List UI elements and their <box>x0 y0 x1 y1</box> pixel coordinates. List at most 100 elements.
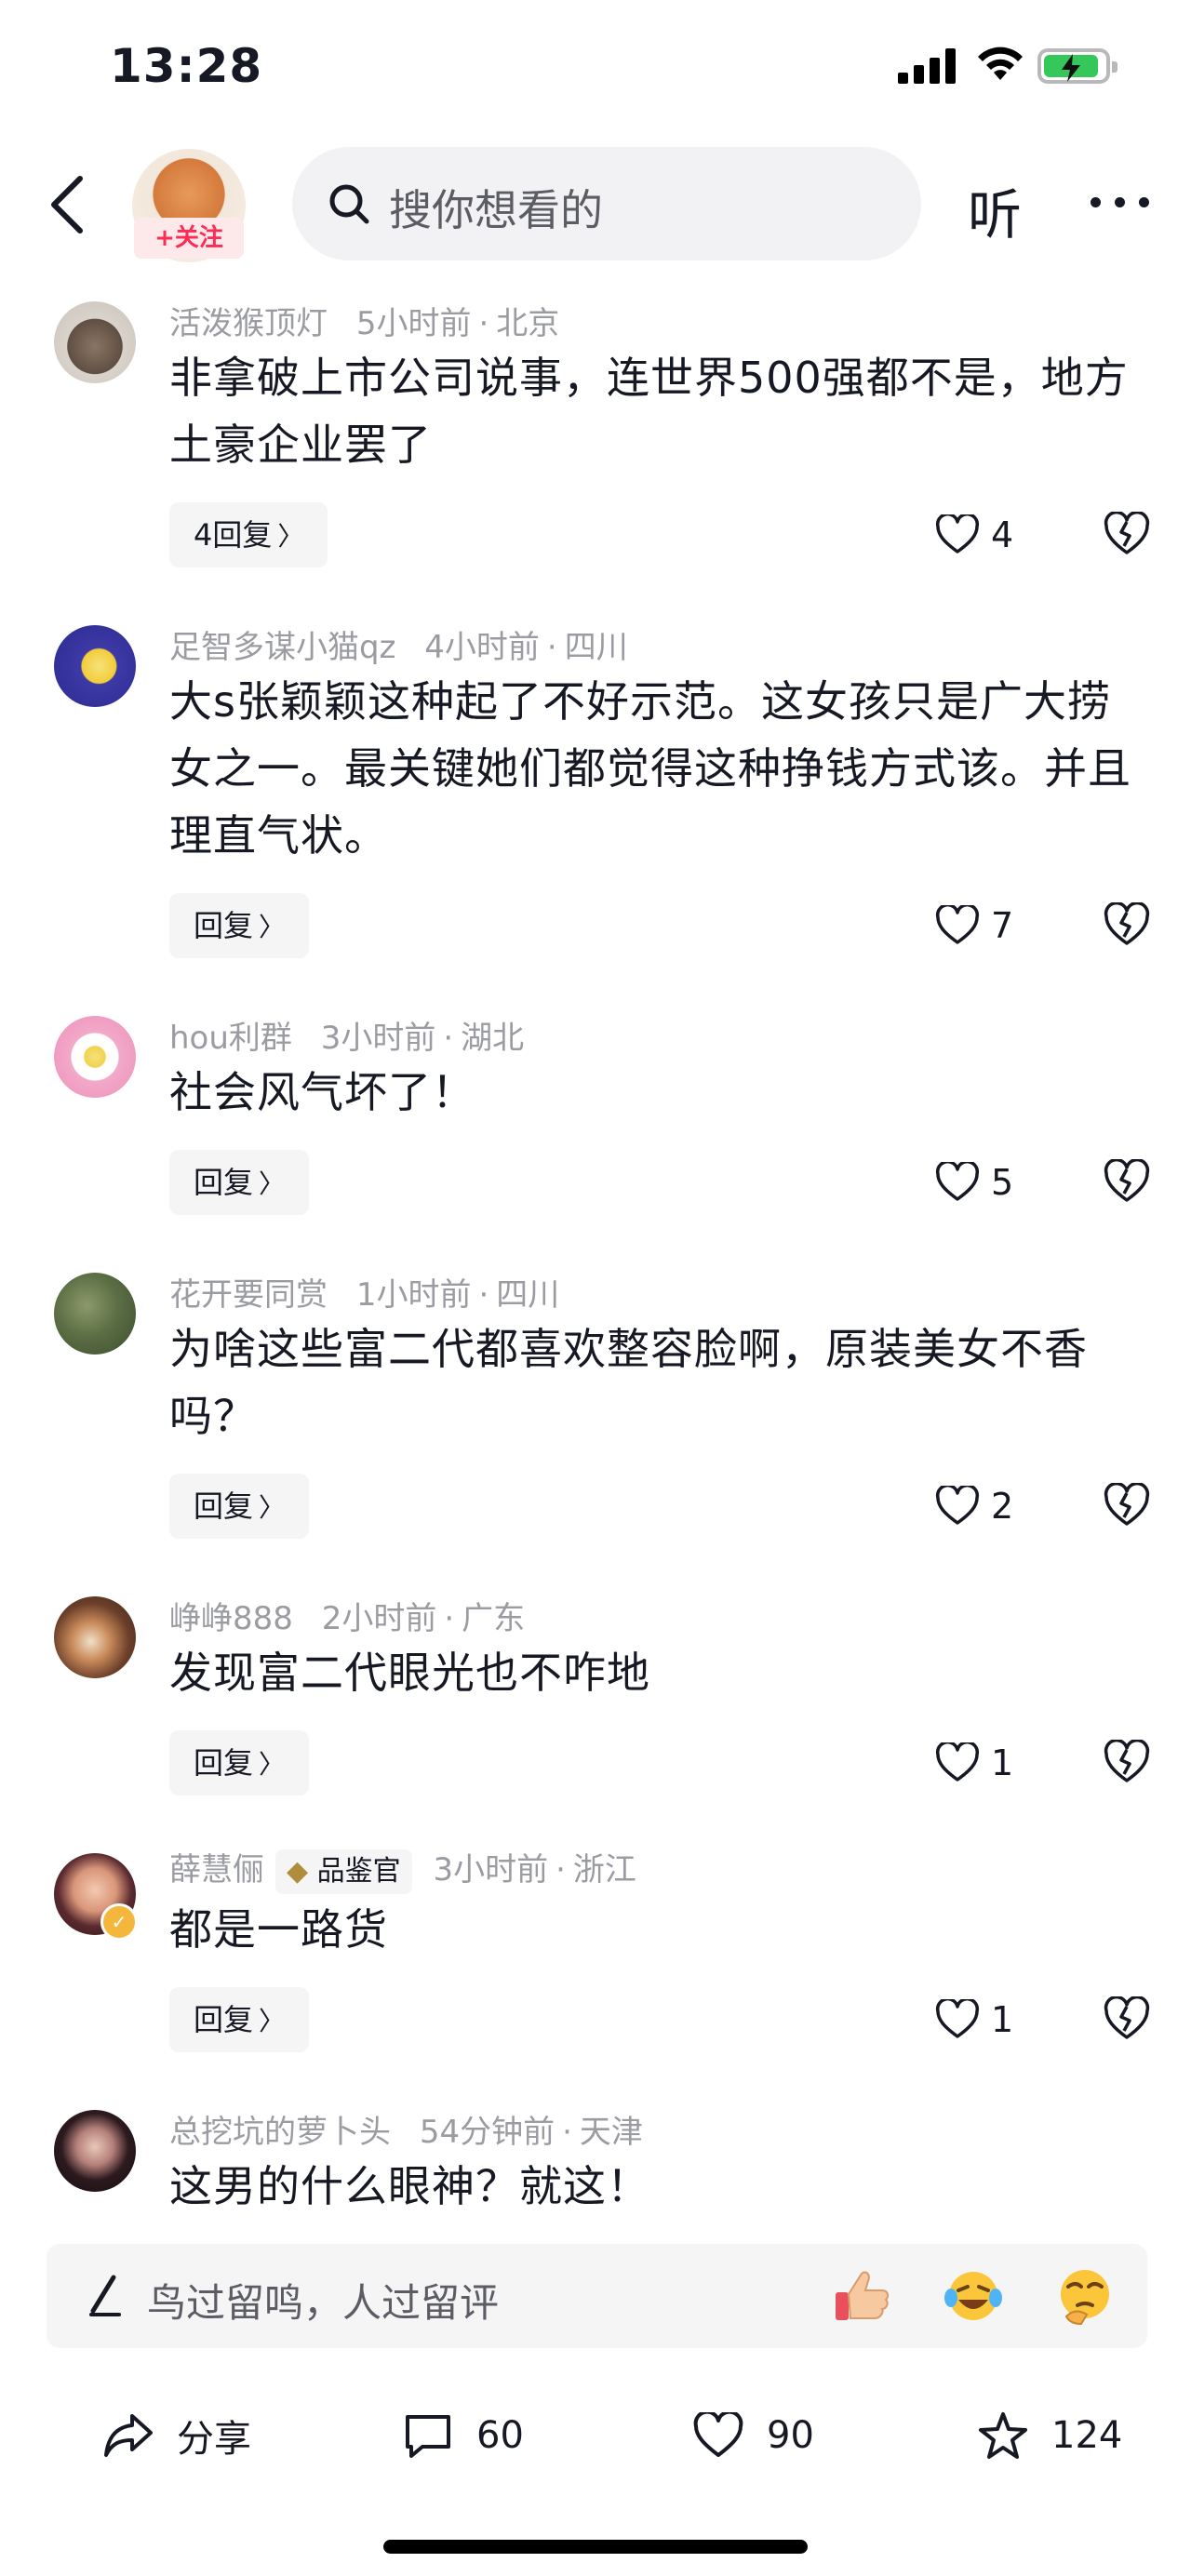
comment-meta: 活泼猴顶灯 5小时前 · 北京 <box>169 305 560 342</box>
verified-badge-icon: ✓ <box>100 1903 138 1941</box>
star-icon <box>979 2412 1027 2459</box>
comment-meta: 峥峥888 2小时前 · 广东 <box>169 1600 526 1637</box>
reply-button[interactable]: 回复〉 <box>169 893 310 958</box>
comment-text: 都是一路货 <box>169 1904 388 1955</box>
commenter-name[interactable]: 花开要同赏 <box>169 1276 328 1314</box>
broken-heart-icon[interactable] <box>1103 902 1151 949</box>
heart-icon <box>935 1486 980 1525</box>
share-label: 分享 <box>177 2418 251 2461</box>
comment-text: 社会风气坏了！ <box>169 1067 475 1117</box>
share-icon <box>104 2414 153 2457</box>
broken-heart-icon[interactable] <box>1103 512 1151 558</box>
commenter-avatar[interactable] <box>54 301 136 383</box>
chevron-right-icon: 〉 <box>259 912 286 942</box>
comment-time: 3小时前 <box>433 1851 549 1889</box>
comment-text: 为啥这些富二代都喜欢整容脸啊，原装美女不香吗？ <box>169 1324 1088 1441</box>
like-count: 1 <box>991 1742 1014 1783</box>
comment-location: 四川 <box>496 1276 560 1314</box>
reply-label: 4回复 <box>194 517 273 553</box>
reply-label: 回复 <box>194 908 254 943</box>
comment-text: 非拿破上市公司说事，连世界500强都不是，地方土豪企业罢了 <box>169 353 1129 470</box>
status-bar: 13:28 <box>0 0 1191 135</box>
commenter-name[interactable]: 足智多谋小猫qz <box>169 629 395 666</box>
chevron-right-icon: 〉 <box>259 1492 286 1523</box>
reply-label: 回复 <box>194 1488 254 1524</box>
commenter-name[interactable]: hou利群 <box>169 1020 292 1057</box>
broken-heart-icon[interactable] <box>1103 1996 1151 2043</box>
comment-meta: hou利群 3小时前 · 湖北 <box>169 1020 525 1057</box>
commenter-avatar[interactable] <box>54 1273 136 1355</box>
comment-location: 天津 <box>579 2114 643 2151</box>
comment-meta: 薛慧俪 ◆ 品鉴官 3小时前 · 浙江 <box>169 1844 636 1894</box>
commenter-name[interactable]: 薛慧俪 <box>169 1851 264 1889</box>
commenter-name[interactable]: 峥峥888 <box>169 1600 293 1637</box>
comment-meta: 花开要同赏 1小时前 · 四川 <box>169 1276 560 1314</box>
follow-button[interactable]: +关注 <box>134 218 244 259</box>
search-placeholder: 搜你想看的 <box>389 185 603 235</box>
comment-location: 四川 <box>564 629 628 666</box>
like-button[interactable]: 7 <box>935 893 1013 958</box>
like-count: 1 <box>991 1999 1014 2040</box>
comment-time: 5小时前 <box>355 305 472 342</box>
reply-label: 回复 <box>194 2002 254 2037</box>
listen-button[interactable]: 听 <box>968 171 1022 249</box>
reply-button[interactable]: 回复〉 <box>169 1730 310 1795</box>
thinking-emoji[interactable] <box>1053 2264 1117 2328</box>
heart-icon <box>935 905 980 944</box>
broken-heart-icon[interactable] <box>1103 1483 1151 1529</box>
broken-heart-icon[interactable] <box>1103 1740 1151 1786</box>
commenter-avatar[interactable] <box>54 2110 136 2192</box>
heart-icon <box>935 1162 980 1201</box>
more-icon[interactable] <box>1091 197 1150 210</box>
like-button[interactable]: 1 <box>935 1730 1013 1795</box>
like-button[interactable]: 4 <box>935 502 1013 567</box>
comments-count: 60 <box>476 2414 524 2457</box>
comment-text: 发现富二代眼光也不咋地 <box>169 1648 650 1698</box>
broken-heart-icon[interactable] <box>1103 1159 1151 1206</box>
commenter-name[interactable]: 活泼猴顶灯 <box>169 305 328 342</box>
pen-icon <box>89 2275 121 2316</box>
like-button[interactable]: 1 <box>935 1987 1013 2052</box>
comment-time: 3小时前 <box>320 1020 436 1057</box>
comment-meta: 总挖坑的萝卜头 54分钟前 · 天津 <box>169 2114 643 2151</box>
commenter-name[interactable]: 总挖坑的萝卜头 <box>169 2114 391 2151</box>
comment-input[interactable]: 鸟过留鸣，人过留评 <box>47 2244 1147 2348</box>
comment-text: 大s张颖颖这种起了不好示范。这女孩只是广大捞女之一。最关键她们都觉得这种挣钱方式… <box>169 676 1131 861</box>
comment-time: 2小时前 <box>321 1600 437 1637</box>
back-arrow-icon[interactable] <box>45 175 91 234</box>
comment-location: 湖北 <box>461 1020 525 1057</box>
chevron-right-icon: 〉 <box>259 2006 286 2036</box>
favorite-button[interactable]: 124 <box>977 2408 1122 2463</box>
like-button[interactable]: 2 <box>935 1474 1013 1539</box>
chevron-right-icon: 〉 <box>259 1749 286 1780</box>
comment-time: 54分钟前 <box>419 2114 555 2151</box>
commenter-avatar[interactable] <box>54 1596 136 1678</box>
reply-button[interactable]: 4回复〉 <box>169 502 328 567</box>
like-button[interactable]: 5 <box>935 1150 1013 1215</box>
comment-location: 北京 <box>496 305 560 342</box>
commenter-avatar[interactable] <box>54 1016 136 1098</box>
share-button[interactable]: 分享 <box>102 2408 251 2463</box>
comments-button[interactable]: 60 <box>402 2408 524 2463</box>
thumbs-up-emoji[interactable] <box>830 2264 893 2328</box>
chevron-right-icon: 〉 <box>259 1168 286 1199</box>
laugh-cry-emoji[interactable] <box>942 2264 1005 2328</box>
reply-button[interactable]: 回复〉 <box>169 1474 310 1539</box>
reply-button[interactable]: 回复〉 <box>169 1987 310 2052</box>
status-time: 13:28 <box>110 39 263 93</box>
signal-icon <box>898 48 956 84</box>
reply-label: 回复 <box>194 1165 254 1200</box>
like-count: 2 <box>991 1486 1014 1527</box>
reply-button[interactable]: 回复〉 <box>169 1150 310 1215</box>
comment-time: 4小时前 <box>424 629 540 666</box>
home-indicator[interactable] <box>383 2540 808 2554</box>
like-count: 5 <box>991 1162 1014 1203</box>
search-bar[interactable]: 搜你想看的 <box>292 147 921 260</box>
badge-label: 品鉴官 <box>316 1854 401 1888</box>
wifi-icon <box>978 47 1023 80</box>
commenter-avatar[interactable] <box>54 625 136 707</box>
like-post-button[interactable]: 90 <box>692 2408 814 2463</box>
search-icon <box>329 184 369 224</box>
reply-label: 回复 <box>194 1745 254 1781</box>
heart-icon <box>935 514 980 554</box>
